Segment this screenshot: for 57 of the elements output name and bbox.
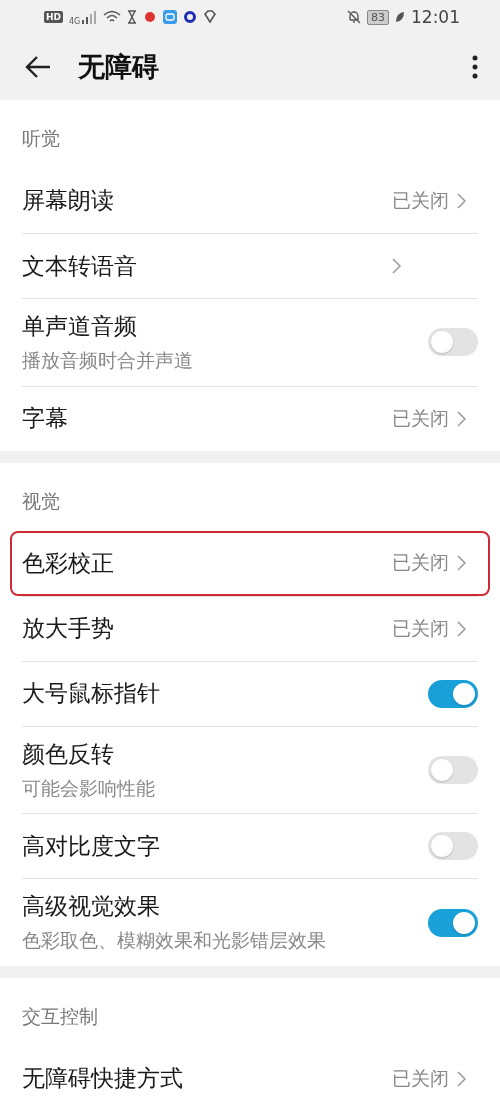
setting-status: 已关闭 xyxy=(392,405,449,431)
settings-row[interactable]: 放大手势 已关闭 xyxy=(22,595,478,661)
more-options-icon[interactable] xyxy=(472,55,478,80)
setting-label: 无障碍快捷方式 xyxy=(22,1064,184,1093)
chevron-right-icon xyxy=(457,410,466,427)
setting-description: 可能会影响性能 xyxy=(22,775,156,801)
page-title: 无障碍 xyxy=(78,50,160,85)
chevron-right-icon xyxy=(392,258,401,275)
section-title: 交互控制 xyxy=(22,1004,99,1029)
section-title: 听觉 xyxy=(22,126,61,152)
setting-label: 大号鼠标指针 xyxy=(22,679,161,709)
network-type: 4G xyxy=(69,17,81,27)
setting-description: 色彩取色、模糊效果和光影错层效果 xyxy=(22,928,327,954)
setting-label: 色彩校正 xyxy=(22,548,115,578)
chevron-right-icon xyxy=(457,1070,466,1087)
settings-row[interactable]: 高对比度文字 xyxy=(22,813,478,879)
settings-row[interactable]: 文本转语音 xyxy=(22,233,478,299)
clock-time: 12:01 xyxy=(411,7,460,28)
toggle-switch[interactable] xyxy=(428,328,478,357)
muted-bell-icon xyxy=(347,10,361,25)
chevron-right-icon xyxy=(457,620,466,637)
setting-label: 放大手势 xyxy=(22,614,115,644)
settings-row[interactable]: 字幕 已关闭 xyxy=(22,385,478,451)
setting-label: 文本转语音 xyxy=(22,251,138,281)
setting-label: 高级视觉效果 xyxy=(22,892,161,922)
setting-status: 已关闭 xyxy=(392,1065,449,1091)
settings-row[interactable]: 高级视觉效果 色彩取色、模糊效果和光影错层效果 xyxy=(22,878,478,966)
section-title: 视觉 xyxy=(22,488,61,514)
settings-row[interactable]: 色彩校正 已关闭 xyxy=(10,530,490,596)
battery-level: 83 xyxy=(367,9,389,25)
back-arrow-icon[interactable] xyxy=(24,55,52,80)
cloud-icon xyxy=(163,10,178,25)
settings-row[interactable]: 单声道音频 播放音频时合并声道 xyxy=(22,298,478,386)
chevron-right-icon xyxy=(457,192,466,209)
chevron-right-icon xyxy=(457,555,466,572)
toggle-switch[interactable] xyxy=(428,679,478,708)
toggle-switch[interactable] xyxy=(428,908,478,937)
hourglass-icon xyxy=(127,10,138,25)
signal-icon xyxy=(81,10,98,25)
setting-label: 高对比度文字 xyxy=(22,831,161,861)
setting-status: 已关闭 xyxy=(392,615,449,641)
setting-label: 单声道音频 xyxy=(22,312,138,342)
setting-status: 已关闭 xyxy=(392,187,449,213)
settings-row[interactable]: 颜色反转 可能会影响性能 xyxy=(22,725,478,814)
settings-row[interactable]: 无障碍快捷方式 已关闭 xyxy=(22,1046,478,1111)
settings-row[interactable]: 大号鼠标指针 xyxy=(22,660,478,726)
setting-label: 颜色反转 xyxy=(22,739,115,769)
ring-icon xyxy=(183,10,198,25)
leaf-icon xyxy=(395,11,405,24)
toggle-switch[interactable] xyxy=(428,756,478,785)
hd-icon: HD xyxy=(44,11,63,24)
setting-label: 屏幕朗读 xyxy=(22,186,115,216)
setting-label: 字幕 xyxy=(22,404,69,434)
settings-row[interactable]: 屏幕朗读 已关闭 xyxy=(22,168,478,234)
toggle-switch[interactable] xyxy=(428,832,478,861)
setting-description: 播放音频时合并声道 xyxy=(22,348,194,374)
setting-status: 已关闭 xyxy=(392,550,449,576)
